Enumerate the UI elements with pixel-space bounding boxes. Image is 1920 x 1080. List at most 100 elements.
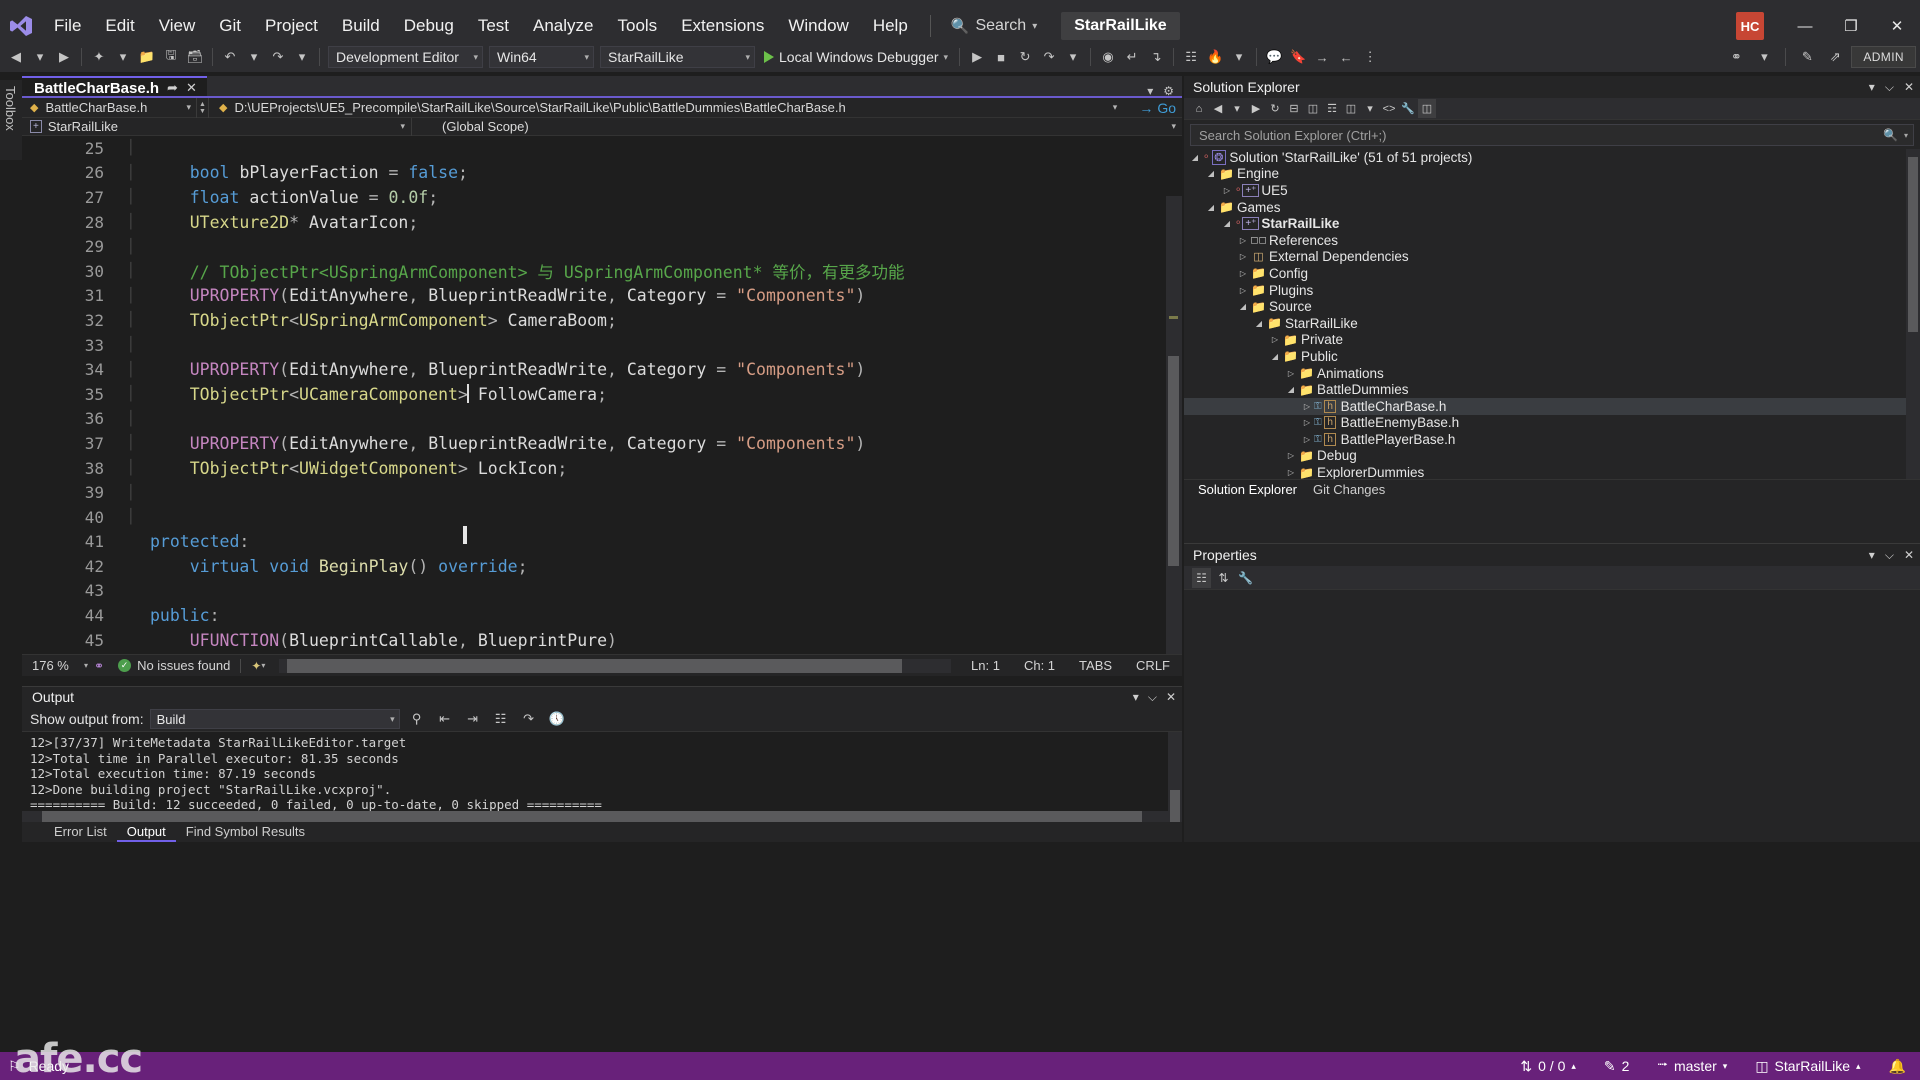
pin-icon[interactable]: ⌵ xyxy=(1885,548,1894,563)
code-line[interactable]: 42 virtual void BeginPlay() override; xyxy=(22,554,1182,579)
solution-platform-combo[interactable]: Win64 ▾ xyxy=(489,46,594,68)
find-message-icon[interactable]: ⚲ xyxy=(406,708,428,730)
collapsed-twisty-icon[interactable]: ▷ xyxy=(1268,335,1282,344)
navigation-path-combo[interactable]: ◆ D:\UEProjects\UE5_Precompile\StarRailL… xyxy=(209,98,1139,118)
step-dropdown-icon[interactable]: ▾ xyxy=(1061,44,1085,70)
undo-icon[interactable]: ↶ xyxy=(218,44,242,70)
view-class-diagram-icon[interactable]: ◫ xyxy=(1342,99,1360,118)
notifications-button[interactable]: 🔔 xyxy=(1875,1052,1920,1080)
collapse-all-icon[interactable]: ⊟ xyxy=(1285,99,1303,118)
solution-tree[interactable]: ◢ ⚬ ❂ Solution 'StarRailLike' (51 of 51 pro… xyxy=(1184,149,1920,479)
startup-project-combo[interactable]: StarRailLike ▾ xyxy=(600,46,755,68)
code-line[interactable]: 46 void GetFactionAVAvartar(bool &bPF, f… xyxy=(22,652,1182,654)
expanded-twisty-icon[interactable]: ◢ xyxy=(1220,219,1234,228)
step-into-icon[interactable]: ↵ xyxy=(1120,44,1144,70)
solution-tree-item[interactable]: ◢ 📁 Games xyxy=(1184,199,1920,216)
source-control-changes[interactable]: ⇅ 0 / 0 ▴ xyxy=(1506,1052,1590,1080)
scope-member-combo[interactable]: (Global Scope) ▾ xyxy=(412,118,1182,136)
solution-tree-item[interactable]: ▷ 📁 Config xyxy=(1184,265,1920,282)
expanded-twisty-icon[interactable]: ◢ xyxy=(1236,302,1250,311)
solution-explorer-home-icon[interactable]: ⌂ xyxy=(1190,99,1208,118)
go-to-next-message-icon[interactable]: ⇥ xyxy=(462,708,484,730)
solution-tree-item[interactable]: ◢ 📁 Public xyxy=(1184,348,1920,365)
tabs-indicator[interactable]: TABS xyxy=(1067,658,1124,673)
solution-tree-item[interactable]: ▷ ⚿ h BattlePlayerBase.h xyxy=(1184,431,1920,448)
output-vertical-scrollbar[interactable] xyxy=(1168,732,1182,829)
solution-tree-item[interactable]: ◢ 📁 BattleDummies xyxy=(1184,381,1920,398)
close-icon[interactable]: ✕ xyxy=(1166,690,1176,705)
editor-scroll-thumb[interactable] xyxy=(1168,356,1179,566)
solution-explorer-search-input[interactable]: Search Solution Explorer (Ctrl+;) 🔍 ▾ xyxy=(1190,124,1914,146)
toggle-timestamp-icon[interactable]: 🕔 xyxy=(546,708,568,730)
expanded-twisty-icon[interactable]: ◢ xyxy=(1204,203,1218,212)
live-share-dropdown-icon[interactable]: ▾ xyxy=(1752,44,1776,70)
expanded-twisty-icon[interactable]: ◢ xyxy=(1188,153,1202,162)
solution-tree-item[interactable]: ▷ 📁 Debug xyxy=(1184,448,1920,465)
editor-hscroll-thumb[interactable] xyxy=(287,658,903,673)
expanded-twisty-icon[interactable]: ◢ xyxy=(1204,169,1218,178)
dropdown-icon[interactable]: ▾ xyxy=(1869,548,1875,563)
tab-git-changes[interactable]: Git Changes xyxy=(1305,482,1393,497)
code-line[interactable]: 38 │ TObjectPtr<UWidgetComponent> LockIco… xyxy=(22,456,1182,481)
outdent-icon[interactable]: ← xyxy=(1334,44,1358,70)
code-line[interactable]: 36 │ xyxy=(22,407,1182,432)
collapsed-twisty-icon[interactable]: ▷ xyxy=(1236,286,1250,295)
solution-tree-item[interactable]: ▷ ⚬ +⁺ UE5 xyxy=(1184,182,1920,199)
collapsed-twisty-icon[interactable]: ▷ xyxy=(1220,186,1234,195)
solution-tree-item[interactable]: ◢ ⚬ +⁺ StarRailLike xyxy=(1184,215,1920,232)
back-dropdown-icon[interactable]: ▾ xyxy=(1228,99,1246,118)
solution-tree-scrollbar[interactable] xyxy=(1906,149,1920,479)
chevron-down-icon[interactable]: ▾ xyxy=(261,661,271,670)
pin-icon[interactable]: ⌵ xyxy=(1148,690,1157,705)
step-over-icon[interactable]: ↷ xyxy=(1037,44,1061,70)
back-dropdown-icon[interactable]: ▾ xyxy=(28,44,52,70)
eol-indicator[interactable]: CRLF xyxy=(1124,658,1182,673)
avatar[interactable]: HC xyxy=(1736,12,1764,40)
tab-error-list[interactable]: Error List xyxy=(44,822,117,842)
forward-icon[interactable]: ▶ xyxy=(1247,99,1265,118)
new-project-icon[interactable]: ✦ xyxy=(87,44,111,70)
output-source-combo[interactable]: Build ▾ xyxy=(149,709,400,729)
collapsed-twisty-icon[interactable]: ▷ xyxy=(1284,451,1298,460)
solution-tree-item[interactable]: ▷ ⚿ h BattleCharBase.h xyxy=(1184,397,1920,415)
bookmark-icon[interactable]: 🔖 xyxy=(1286,44,1310,70)
back-icon[interactable]: ◀ xyxy=(1209,99,1227,118)
filter-dropdown-icon[interactable]: ▾ xyxy=(1361,99,1379,118)
solution-tree-item[interactable]: ▷ ⚿ h BattleEnemyBase.h xyxy=(1184,415,1920,432)
collapsed-twisty-icon[interactable]: ▷ xyxy=(1236,236,1250,245)
wrench-icon[interactable]: 🔧 xyxy=(1399,99,1417,118)
indent-icon[interactable]: → xyxy=(1310,44,1334,70)
refresh-icon[interactable]: ↻ xyxy=(1266,99,1284,118)
collapsed-twisty-icon[interactable]: ▷ xyxy=(1300,418,1314,427)
expanded-twisty-icon[interactable]: ◢ xyxy=(1252,319,1266,328)
save-icon[interactable]: 🖫 xyxy=(159,44,183,70)
code-editor-surface[interactable]: 25 │ 26 │ bool bPlayerFaction = false; 27 │ … xyxy=(22,136,1182,654)
switch-views-icon[interactable]: ◫ xyxy=(1418,99,1436,118)
comment-icon[interactable]: 💬 xyxy=(1262,44,1286,70)
pin-icon[interactable]: ➦ xyxy=(167,80,178,96)
navigation-file-combo[interactable]: ◆ BattleCharBase.h ▾ xyxy=(22,97,197,118)
attach-process-icon[interactable]: ▶ xyxy=(965,44,989,70)
dropdown-icon[interactable]: ▾ xyxy=(1133,690,1139,705)
code-line[interactable]: 28 │ UTexture2D* AvatarIcon; xyxy=(22,210,1182,235)
solution-tree-item[interactable]: ▷ 📁 Animations xyxy=(1184,365,1920,382)
code-line[interactable]: 26 │ bool bPlayerFaction = false; xyxy=(22,161,1182,186)
code-line[interactable]: 40 │ xyxy=(22,505,1182,530)
toggle-breakpoints-icon[interactable]: ◉ xyxy=(1096,44,1120,70)
scope-project-combo[interactable]: + StarRailLike ▾ xyxy=(22,117,412,136)
redo-dropdown-icon[interactable]: ▾ xyxy=(290,44,314,70)
code-line[interactable]: 27 │ float actionValue = 0.0f; xyxy=(22,185,1182,210)
solution-tree-item[interactable]: ▷ 📁 ExplorerDummies xyxy=(1184,464,1920,479)
share-icon[interactable]: ⇗ xyxy=(1823,44,1847,70)
code-line[interactable]: 25 │ xyxy=(22,136,1182,161)
feedback-icon[interactable]: ✎ xyxy=(1795,44,1819,70)
collapsed-twisty-icon[interactable]: ▷ xyxy=(1300,435,1314,444)
code-line[interactable]: 33 │ xyxy=(22,333,1182,358)
alphabetical-sort-icon[interactable]: ⇅ xyxy=(1214,568,1233,588)
show-all-files-icon[interactable]: ◫ xyxy=(1304,99,1322,118)
global-search-input[interactable]: 🔍 Search ▾ xyxy=(941,12,1047,40)
code-line[interactable]: 43 xyxy=(22,579,1182,604)
output-vscroll-thumb[interactable] xyxy=(1170,790,1180,822)
editor-horizontal-scrollbar[interactable] xyxy=(279,658,952,673)
code-line[interactable]: 29 │ xyxy=(22,234,1182,259)
